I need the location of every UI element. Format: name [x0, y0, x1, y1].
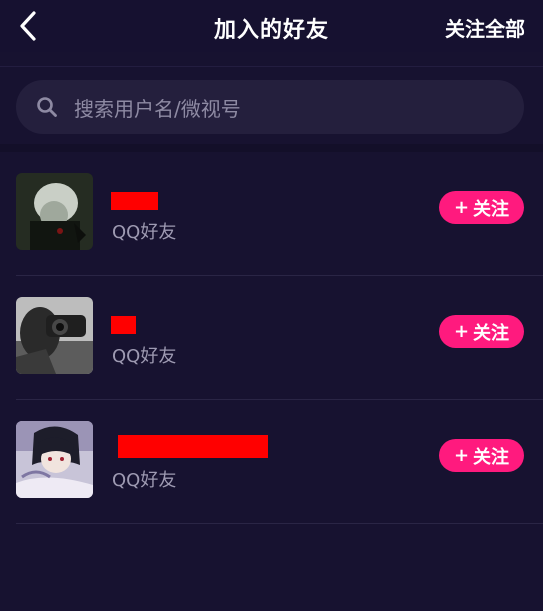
follow-all-button[interactable]: 关注全部 [445, 13, 525, 42]
friend-row: QQ好友 + 关注 [0, 152, 543, 276]
search-icon [37, 97, 57, 117]
redacted-name [111, 192, 158, 210]
plus-icon: + [453, 321, 470, 342]
row-divider [16, 523, 543, 524]
follow-button-label: 关注 [473, 322, 510, 344]
avatar[interactable] [16, 173, 93, 250]
follow-button-label: 关注 [473, 446, 510, 468]
redacted-name [111, 316, 136, 334]
search-placeholder: 搜索用户名/微视号 [74, 96, 241, 121]
friend-row: QQ好友 + 关注 [0, 276, 543, 400]
avatar[interactable] [16, 297, 93, 374]
friend-source: QQ好友 [112, 470, 177, 491]
plus-icon: + [453, 197, 470, 218]
section-divider [0, 144, 543, 152]
friend-row: QQ好友 + 关注 [0, 400, 543, 524]
follow-button[interactable]: + 关注 [439, 439, 524, 472]
friend-source: QQ好友 [112, 222, 177, 243]
follow-button[interactable]: + 关注 [439, 191, 524, 224]
plus-icon: + [453, 445, 470, 466]
follow-button-label: 关注 [473, 198, 510, 220]
avatar[interactable] [16, 421, 93, 498]
redacted-name [118, 435, 268, 458]
search-input[interactable]: 搜索用户名/微视号 [16, 80, 524, 134]
top-bar: 加入的好友 关注全部 [0, 0, 543, 52]
header-divider [0, 66, 543, 67]
friend-source: QQ好友 [112, 346, 177, 367]
follow-button[interactable]: + 关注 [439, 315, 524, 348]
